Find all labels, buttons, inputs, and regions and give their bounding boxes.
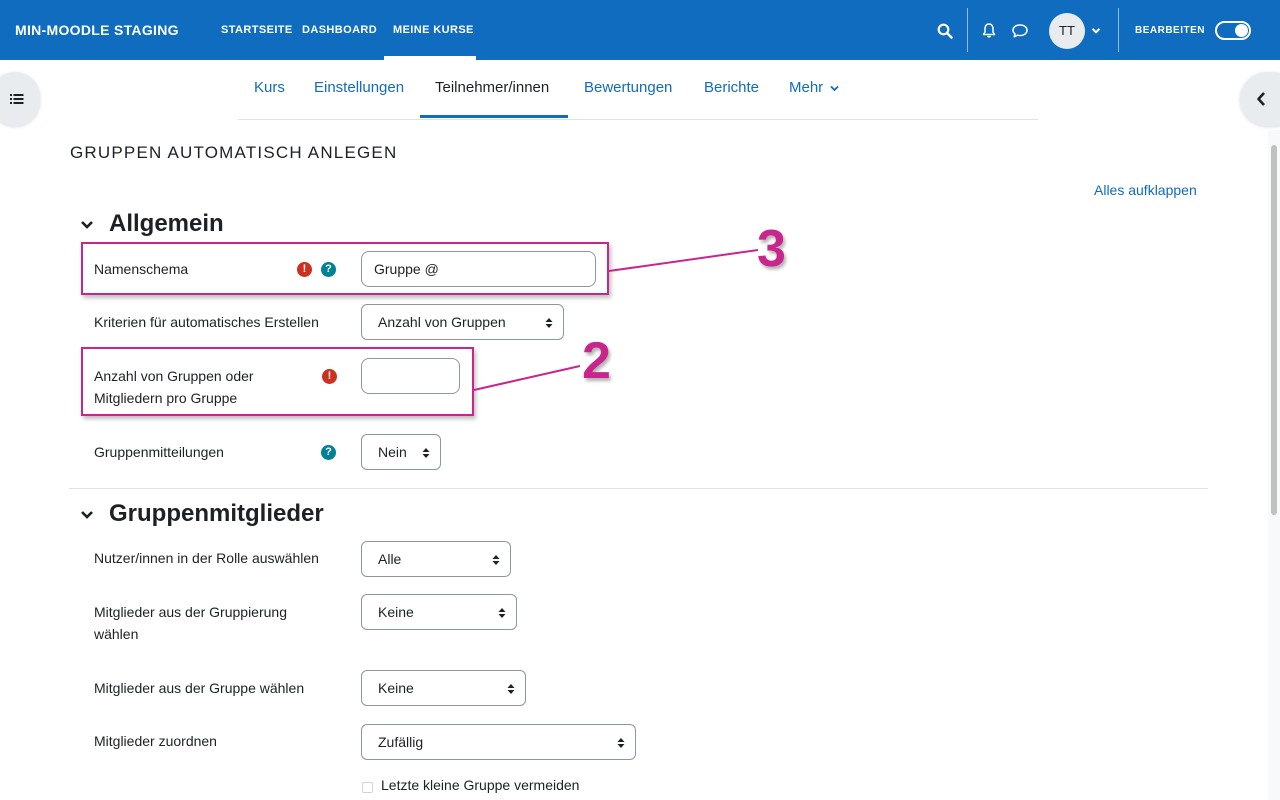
annotation-number: 3: [757, 220, 786, 278]
annotation-connector-lines: [473, 249, 759, 391]
annotation-number: 2: [582, 332, 611, 390]
